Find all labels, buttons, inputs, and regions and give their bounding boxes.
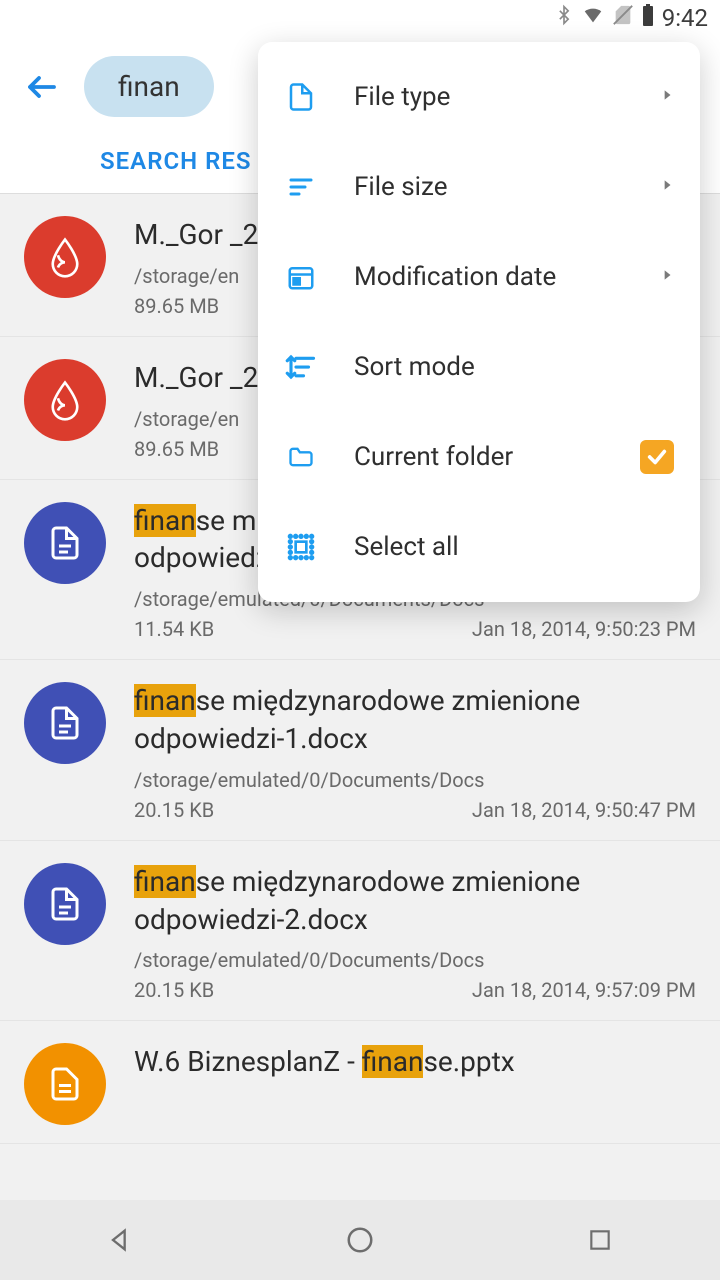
file-meta: finanse międzynarodowe zmienione odpowie… (134, 863, 696, 1003)
no-sim-icon (612, 3, 634, 33)
system-nav-bar (0, 1200, 720, 1280)
file-size: 20.15 KB (134, 798, 214, 822)
file-meta: finanse międzynarodowe zmienione odpowie… (134, 682, 696, 822)
list-item[interactable]: finanse międzynarodowe zmienione odpowie… (0, 841, 720, 1022)
status-bar: 9:42 (0, 0, 720, 36)
menu-icon (284, 262, 318, 292)
menu-label: File size (354, 172, 624, 202)
menu-label: Select all (354, 532, 674, 562)
menu-label: Modification date (354, 262, 624, 292)
docx-icon (24, 682, 106, 764)
clock-text: 9:42 (662, 4, 708, 32)
menu-icon (284, 80, 318, 114)
search-input[interactable]: finan (84, 56, 214, 117)
nav-back-icon[interactable] (103, 1223, 137, 1257)
file-size: 89.65 MB (134, 294, 219, 318)
menu-icon (284, 531, 318, 563)
menu-item-file-type[interactable]: File type (258, 52, 700, 142)
list-item[interactable]: W.6 BiznesplanZ - finanse.pptx (0, 1021, 720, 1144)
menu-item-select-all[interactable]: Select all (258, 502, 700, 592)
pptx-icon (24, 1043, 106, 1125)
file-date: Jan 18, 2014, 9:57:09 PM (472, 978, 696, 1002)
wifi-icon (580, 4, 606, 32)
file-path: /storage/emulated/0/Documents/Docs (134, 768, 696, 792)
checked-icon (640, 440, 674, 474)
filter-menu: File type File size Modification date Sort … (258, 42, 700, 602)
file-name: W.6 BiznesplanZ - finanse.pptx (134, 1043, 696, 1081)
menu-icon (284, 175, 318, 199)
battery-icon (640, 3, 656, 33)
menu-item-sort-mode[interactable]: Sort mode (258, 322, 700, 412)
file-name: finanse międzynarodowe zmienione odpowie… (134, 682, 696, 758)
docx-icon (24, 502, 106, 584)
menu-item-modification-date[interactable]: Modification date (258, 232, 700, 322)
menu-item-file-size[interactable]: File size (258, 142, 700, 232)
menu-item-current-folder[interactable]: Current folder (258, 412, 700, 502)
menu-icon (284, 443, 318, 471)
nav-recent-icon[interactable] (583, 1223, 617, 1257)
menu-label: Current folder (354, 442, 604, 472)
bluetooth-icon (554, 3, 574, 33)
file-size: 11.54 KB (134, 617, 214, 641)
pdf-icon (24, 216, 106, 298)
chevron-right-icon (660, 266, 674, 288)
chevron-right-icon (660, 86, 674, 108)
menu-label: Sort mode (354, 352, 674, 382)
nav-home-icon[interactable] (343, 1223, 377, 1257)
menu-label: File type (354, 82, 624, 112)
file-size: 20.15 KB (134, 978, 214, 1002)
file-date: Jan 18, 2014, 9:50:23 PM (472, 617, 696, 641)
chevron-right-icon (660, 176, 674, 198)
file-meta: W.6 BiznesplanZ - finanse.pptx (134, 1043, 696, 1125)
list-item[interactable]: finanse międzynarodowe zmienione odpowie… (0, 660, 720, 841)
pdf-icon (24, 359, 106, 441)
file-date: Jan 18, 2014, 9:50:47 PM (472, 798, 696, 822)
tab-search-results[interactable]: SEARCH RES (20, 147, 252, 175)
back-button[interactable] (20, 65, 64, 109)
docx-icon (24, 863, 106, 945)
file-path: /storage/emulated/0/Documents/Docs (134, 948, 696, 972)
file-size: 89.65 MB (134, 437, 219, 461)
menu-icon (284, 352, 318, 382)
file-name: finanse międzynarodowe zmienione odpowie… (134, 863, 696, 939)
